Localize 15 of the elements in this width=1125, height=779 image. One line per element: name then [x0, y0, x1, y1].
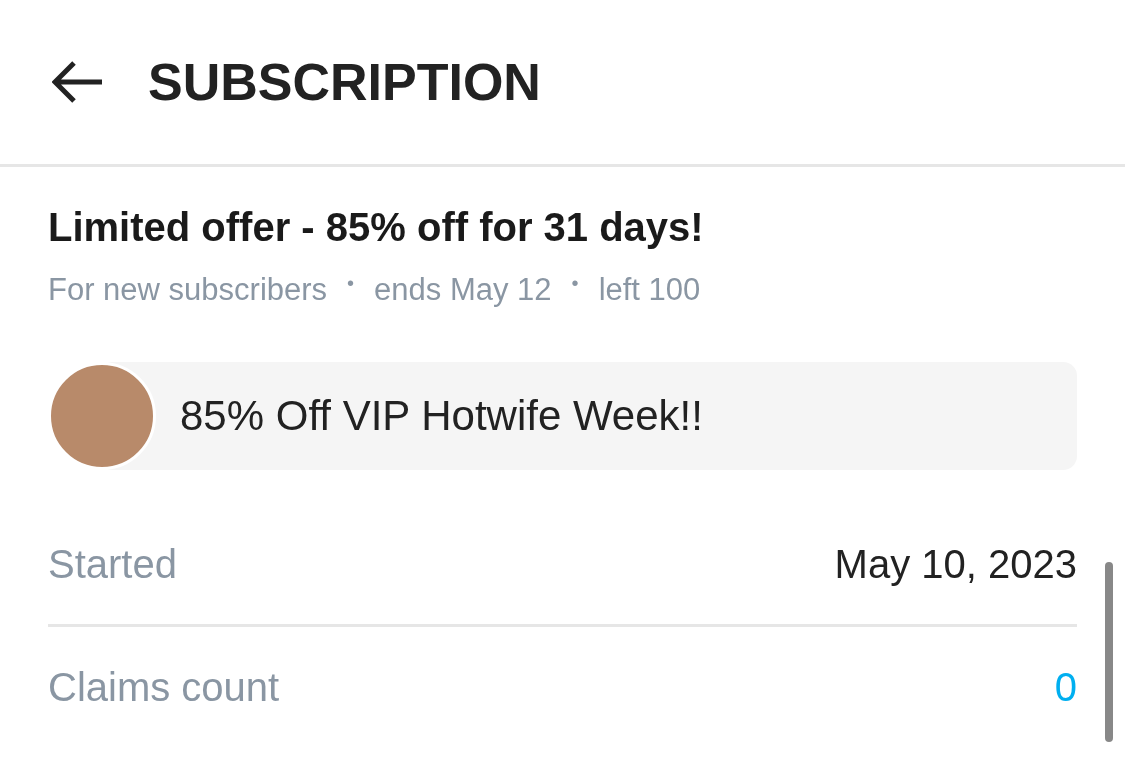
- promo-message: 85% Off VIP Hotwife Week!!: [180, 392, 703, 440]
- offer-detail: For new subscribers: [48, 272, 328, 308]
- offer-title: Limited offer - 85% off for 31 days!: [48, 205, 705, 250]
- offer-detail: left 100: [598, 272, 701, 308]
- separator-dot: •: [347, 272, 355, 296]
- row-value[interactable]: 0: [1054, 664, 1077, 710]
- scrollbar[interactable]: [1105, 562, 1113, 742]
- offer-detail: ends May 12: [374, 272, 552, 308]
- back-button[interactable]: [52, 60, 104, 104]
- back-arrow-icon: [52, 60, 104, 104]
- row-label: Claims count: [48, 664, 280, 710]
- row-label: Started: [48, 541, 177, 587]
- separator-dot: •: [571, 272, 579, 296]
- page-title: SUBSCRIPTION: [148, 52, 541, 112]
- row-value: May 10, 2023: [834, 541, 1077, 587]
